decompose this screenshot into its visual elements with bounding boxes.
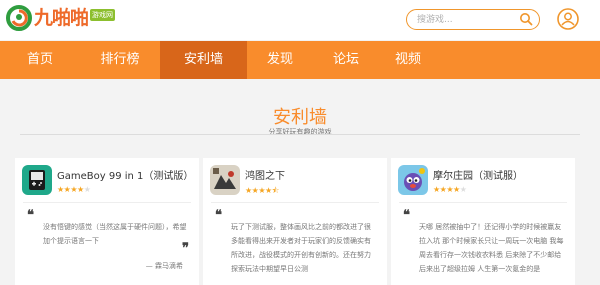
user-icon[interactable] [557,8,579,30]
game-name[interactable]: 鸿图之下 [245,167,285,182]
star-rating: ★★★★★ [57,185,91,194]
star-rating: ★★★★★ [433,185,467,194]
section-divider [20,134,580,135]
gameboy-game-icon[interactable] [22,165,52,195]
logo-badge: 游戏网 [90,9,116,21]
card-divider [211,202,379,203]
hongtu-game-icon[interactable] [210,165,240,195]
close-quote-icon: ❞ [182,241,189,256]
card-divider [399,202,567,203]
star-rating: ★★★★⯪ [245,186,279,195]
game-card[interactable]: GameBoy 99 in 1（测试版） ★★★★★ ❝ 没有悟键的感觉（当然这… [15,158,199,285]
section-subtitle: 分享好玩有趣的游戏 [268,128,332,136]
logo-icon [6,5,32,31]
open-quote-icon: ❝ [403,208,410,223]
review-text: 玩了下测试服，整体画风比之前的都改进了很多能看得出来开发者对于玩家们的反馈确实有… [231,223,371,273]
main-nav: 首页 排行榜 安利墙 发现 论坛 视频 [0,41,600,79]
nav-item-home[interactable]: 首页 [0,41,80,79]
card-divider [23,202,191,203]
game-card[interactable]: 鸿图之下 ★★★★⯪ ❝ 玩了下测试服，整体画风比之前的都改进了很多能看得出来开… [203,158,387,285]
search-input[interactable] [417,12,517,27]
nav-item-recommend-wall[interactable]: 安利墙 [160,41,247,79]
nav-item-ranking[interactable]: 排行榜 [80,41,160,79]
open-quote-icon: ❝ [215,208,222,223]
game-card[interactable]: 摩尔庄园（测试服） ★★★★★ ❝ 天哪 居然被抽中了！还记得小学的时候被赢友拉… [391,158,575,285]
site-logo[interactable]: 九啪啪 游戏网 [6,5,116,31]
review-text: 没有悟键的感觉（当然这属于硬件问题），希望加个提示语言一下 [43,223,187,245]
review-text: 天哪 居然被抽中了！还记得小学的时候被赢友拉入坑 那个时候家长只让一周玩一次电脑… [419,223,564,273]
open-quote-icon: ❝ [27,208,34,223]
mole-manor-game-icon[interactable] [398,165,428,195]
section-title: 安利墙 [273,107,327,128]
nav-item-forum[interactable]: 论坛 [313,41,379,79]
search-box [406,9,540,30]
game-name[interactable]: 摩尔庄园（测试服） [433,167,523,182]
header: 九啪啪 游戏网 [0,0,600,40]
logo-text: 九啪啪 [34,7,89,29]
game-name[interactable]: GameBoy 99 in 1（测试版） [57,167,193,182]
search-icon[interactable] [519,12,533,26]
review-author: — 霖马滴希 [145,262,183,270]
nav-item-discover[interactable]: 发现 [247,41,313,79]
nav-item-video[interactable]: 视频 [379,41,437,79]
